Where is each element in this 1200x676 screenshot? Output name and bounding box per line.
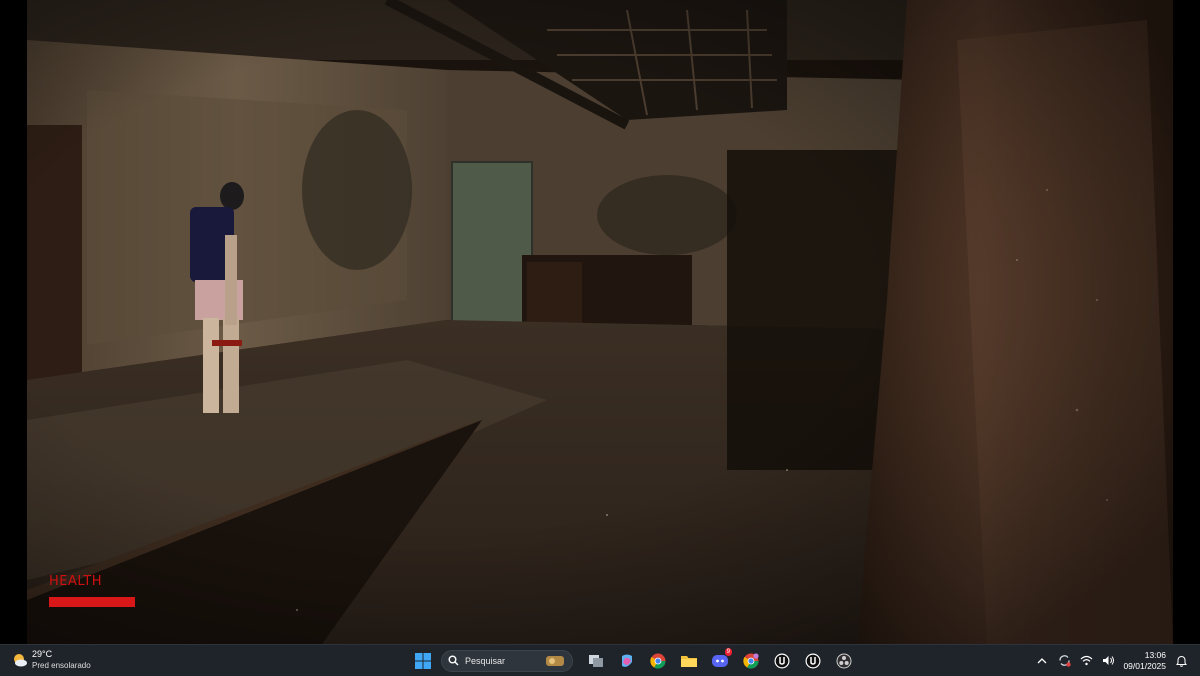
update-status-button[interactable] [1057,654,1071,668]
obs-icon [836,653,851,668]
game-viewport[interactable]: HEALTH [27,0,1173,644]
volume-button[interactable] [1101,654,1115,668]
discord-notification-badge: 9 [724,648,732,656]
clock-date: 09/01/2025 [1123,660,1166,671]
obs-button[interactable] [831,648,856,673]
copilot-button[interactable] [614,648,639,673]
system-tray: 13:06 09/01/2025 [1035,649,1188,672]
copilot-icon [621,654,632,667]
health-hud: HEALTH [49,574,135,607]
discord-button[interactable]: 9 [707,648,732,673]
search-icon [448,655,459,666]
clock-time: 13:06 [1144,649,1166,660]
game-scene [27,0,1173,644]
chrome-icon [649,653,666,669]
weather-description: Pred ensolarado [32,661,91,670]
unreal-engine-button-2[interactable] [800,648,825,673]
search-highlight-icon [546,655,564,666]
weather-temperature: 29°C [32,649,53,659]
weather-widget[interactable]: 29°C Pred ensolarado [12,649,91,671]
notifications-button[interactable] [1174,654,1188,668]
taskbar-pinned-apps: Pesquisar 9 [410,648,856,673]
discord-icon [711,654,728,667]
windows-taskbar: 29°C Pred ensolarado Pesquisar 9 13:06 0… [0,644,1200,676]
chrome-profile-button[interactable] [738,648,763,673]
network-button[interactable] [1079,654,1093,668]
show-hidden-icons-button[interactable] [1035,654,1049,668]
chrome-button[interactable] [645,648,670,673]
windows-start-icon [414,652,431,669]
search-placeholder: Pesquisar [465,655,506,666]
chrome-profile-icon [742,652,759,669]
bell-icon [1175,655,1187,667]
speaker-icon [1102,656,1114,665]
file-explorer-icon [680,655,697,667]
windows-start-button[interactable] [410,648,435,673]
task-view-icon [588,654,603,667]
health-bar-fill [49,597,135,607]
sync-icon [1059,655,1071,667]
health-bar [49,597,135,607]
taskbar-search[interactable]: Pesquisar [441,649,573,672]
unreal-engine-button[interactable] [769,648,794,673]
task-view-button[interactable] [583,648,608,673]
chevron-up-icon [1037,657,1047,663]
unreal-engine-icon [774,653,789,668]
file-explorer-button[interactable] [676,648,701,673]
wifi-icon [1080,655,1093,666]
health-label: HEALTH [49,574,103,589]
sun-cloud-icon [12,652,28,668]
unreal-engine-icon-2 [805,653,820,668]
taskbar-clock[interactable]: 13:06 09/01/2025 [1123,650,1166,672]
